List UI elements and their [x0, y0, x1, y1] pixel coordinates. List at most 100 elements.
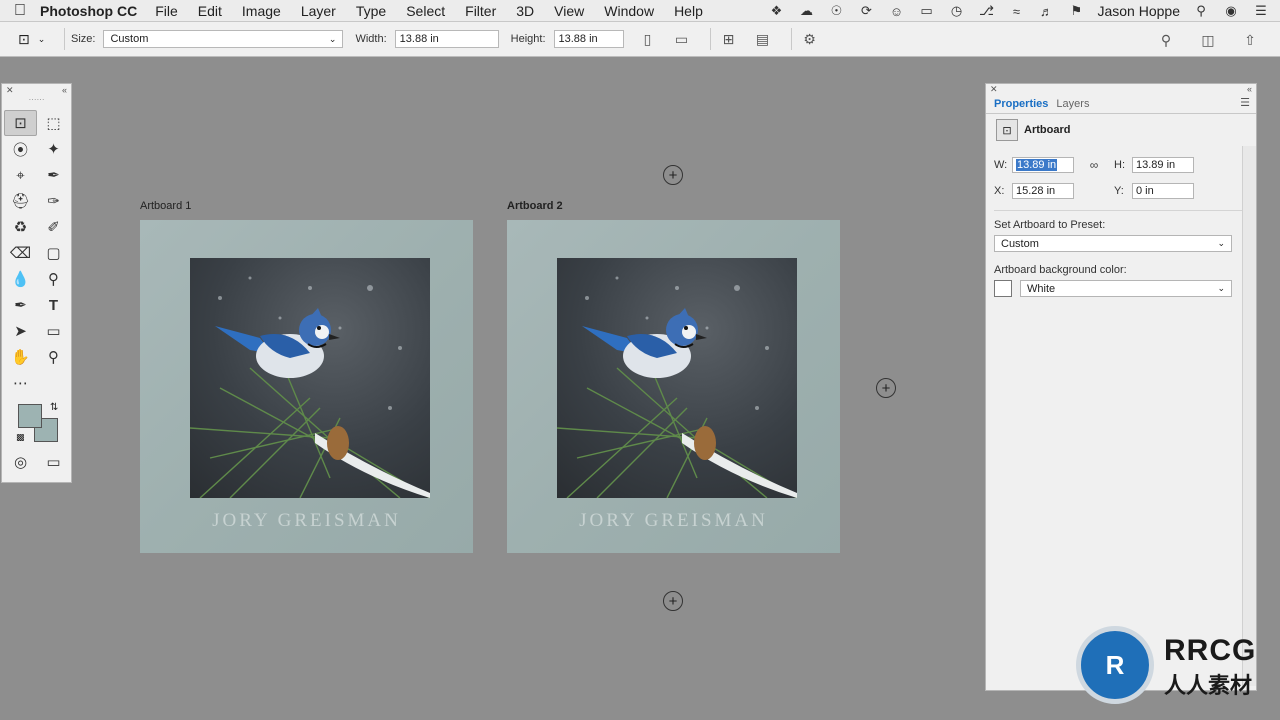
- chevron-down-icon: ⌄: [1217, 283, 1225, 293]
- menu-app-name[interactable]: Photoshop CC: [40, 3, 137, 19]
- user-name[interactable]: Jason Hoppe: [1097, 3, 1180, 19]
- properties-panel-header: ✕ «: [986, 84, 1256, 95]
- menu-3d[interactable]: 3D: [516, 3, 534, 19]
- notification-center-icon[interactable]: ☰: [1252, 3, 1270, 19]
- eyedropper-tool-icon[interactable]: ✒: [37, 162, 70, 188]
- add-artboard-top-icon[interactable]: +: [663, 165, 683, 185]
- bg-color-swatch[interactable]: [994, 280, 1012, 297]
- lasso-tool-icon[interactable]: ⦿: [4, 136, 37, 162]
- default-colors-icon[interactable]: ▩: [16, 432, 25, 443]
- wifi-icon[interactable]: ≈: [1007, 3, 1025, 19]
- blur-tool-icon[interactable]: 💧: [4, 266, 37, 292]
- bluetooth-icon[interactable]: ⎇: [977, 3, 995, 19]
- gear-icon[interactable]: ⚙: [798, 27, 822, 51]
- menu-image[interactable]: Image: [242, 3, 281, 19]
- make-portrait-icon[interactable]: ▯: [636, 27, 660, 51]
- w-input-value: 13.89 in: [1016, 159, 1058, 171]
- tool-preset-picker[interactable]: ⊡ ⌄: [0, 31, 58, 48]
- screen-mode-icon[interactable]: ▭: [37, 450, 70, 474]
- siri-icon[interactable]: ◉: [1222, 3, 1240, 19]
- menu-window[interactable]: Window: [604, 3, 654, 19]
- share-icon[interactable]: ⇧: [1238, 28, 1262, 52]
- flag-icon[interactable]: ⚑: [1067, 3, 1085, 19]
- time-machine-icon[interactable]: ◷: [947, 3, 965, 19]
- properties-title-row: ⊡ Artboard: [986, 114, 1256, 146]
- collapse-icon[interactable]: «: [1247, 84, 1252, 94]
- h-input[interactable]: 13.89 in: [1132, 157, 1194, 173]
- preset-heading: Set Artboard to Preset:: [994, 219, 1106, 231]
- menu-edit[interactable]: Edit: [198, 3, 222, 19]
- healing-brush-tool-icon[interactable]: ⛑: [4, 188, 37, 214]
- menu-select[interactable]: Select: [406, 3, 445, 19]
- add-artboard-icon[interactable]: ⊞: [717, 27, 741, 51]
- artboard-1[interactable]: JORY GREISMAN: [140, 220, 473, 553]
- artboard-2-label[interactable]: Artboard 2: [507, 200, 563, 212]
- search-icon[interactable]: ⚲: [1154, 28, 1178, 52]
- properties-panel: ✕ « Properties Layers ☰ ⊡ Artboard W: 13…: [985, 83, 1257, 691]
- brush-tool-icon[interactable]: ✑: [37, 188, 70, 214]
- bg-color-select[interactable]: White ⌄: [1020, 280, 1232, 297]
- stamp-tool-icon[interactable]: ♻: [4, 214, 37, 240]
- add-artboard-right-icon[interactable]: +: [876, 378, 896, 398]
- blue-jay-illustration: [557, 276, 797, 498]
- menu-help[interactable]: Help: [674, 3, 703, 19]
- more-tools-icon[interactable]: ⋯: [4, 370, 37, 396]
- artboard-1-label[interactable]: Artboard 1: [140, 200, 191, 212]
- size-select[interactable]: Custom ⌄: [103, 30, 344, 48]
- airplay-icon[interactable]: ▭: [917, 3, 935, 19]
- creative-cloud-icon[interactable]: ☉: [827, 3, 845, 19]
- apple-menu-icon[interactable]: : [0, 2, 40, 20]
- gradient-tool-icon[interactable]: ▢: [37, 240, 70, 266]
- hand-tool-icon[interactable]: ✋: [4, 344, 37, 370]
- preset-select[interactable]: Custom ⌄: [994, 235, 1232, 252]
- quick-mask-icon[interactable]: ◎: [4, 450, 37, 474]
- sync-icon[interactable]: ⟳: [857, 3, 875, 19]
- w-input[interactable]: 13.89 in: [1012, 157, 1074, 173]
- close-icon[interactable]: ✕: [6, 85, 14, 96]
- accessibility-icon[interactable]: ☺: [887, 3, 905, 19]
- artboard-tool-icon[interactable]: ⊡: [4, 110, 37, 136]
- collapse-icon[interactable]: «: [62, 85, 67, 95]
- menu-layer[interactable]: Layer: [301, 3, 336, 19]
- foreground-color-swatch[interactable]: [18, 404, 42, 428]
- width-input[interactable]: 13.88 in: [394, 30, 499, 48]
- menu-file[interactable]: File: [155, 3, 178, 19]
- pen-tool-icon[interactable]: ✒: [4, 292, 37, 318]
- link-icon[interactable]: ∞: [1074, 158, 1114, 172]
- y-input[interactable]: 0 in: [1132, 183, 1194, 199]
- align-icon[interactable]: ▤: [751, 27, 775, 51]
- size-select-value: Custom: [110, 33, 149, 45]
- y-label: Y:: [1114, 185, 1124, 197]
- tab-properties[interactable]: Properties: [992, 98, 1054, 113]
- height-input[interactable]: 13.88 in: [553, 30, 624, 48]
- path-selection-tool-icon[interactable]: ➤: [4, 318, 37, 344]
- swap-colors-icon[interactable]: ⇅: [50, 402, 58, 413]
- menu-filter[interactable]: Filter: [465, 3, 496, 19]
- menu-view[interactable]: View: [554, 3, 584, 19]
- workspace-icon[interactable]: ◫: [1196, 28, 1220, 52]
- dodge-tool-icon[interactable]: ⚲: [37, 266, 70, 292]
- rectangle-tool-icon[interactable]: ▭: [37, 318, 70, 344]
- dropbox-icon[interactable]: ❖: [767, 3, 785, 19]
- eraser-tool-icon[interactable]: ⌫: [4, 240, 37, 266]
- zoom-tool-icon[interactable]: ⚲: [37, 344, 70, 370]
- crop-tool-icon[interactable]: ⌖: [4, 162, 37, 188]
- x-input[interactable]: 15.28 in: [1012, 183, 1074, 199]
- tab-layers[interactable]: Layers: [1054, 98, 1095, 113]
- volume-icon[interactable]: ♬: [1037, 3, 1055, 19]
- make-landscape-icon[interactable]: ▭: [670, 27, 694, 51]
- marquee-tool-icon[interactable]: ⬚: [37, 110, 70, 136]
- artboard-2[interactable]: JORY GREISMAN: [507, 220, 840, 553]
- panel-grip[interactable]: ⋯⋯: [2, 96, 71, 104]
- panel-menu-icon[interactable]: ☰: [1240, 96, 1250, 109]
- add-artboard-bottom-icon[interactable]: +: [663, 591, 683, 611]
- history-brush-tool-icon[interactable]: ✐: [37, 214, 70, 240]
- menu-type[interactable]: Type: [356, 3, 386, 19]
- properties-scrollbar[interactable]: [1242, 146, 1256, 686]
- search-icon[interactable]: ⚲: [1192, 3, 1210, 19]
- watermark-badge-icon: R: [1076, 626, 1154, 704]
- type-tool-icon[interactable]: T: [37, 292, 70, 318]
- magic-wand-tool-icon[interactable]: ✦: [37, 136, 70, 162]
- close-icon[interactable]: ✕: [990, 84, 998, 95]
- cloud-icon[interactable]: ☁: [797, 3, 815, 19]
